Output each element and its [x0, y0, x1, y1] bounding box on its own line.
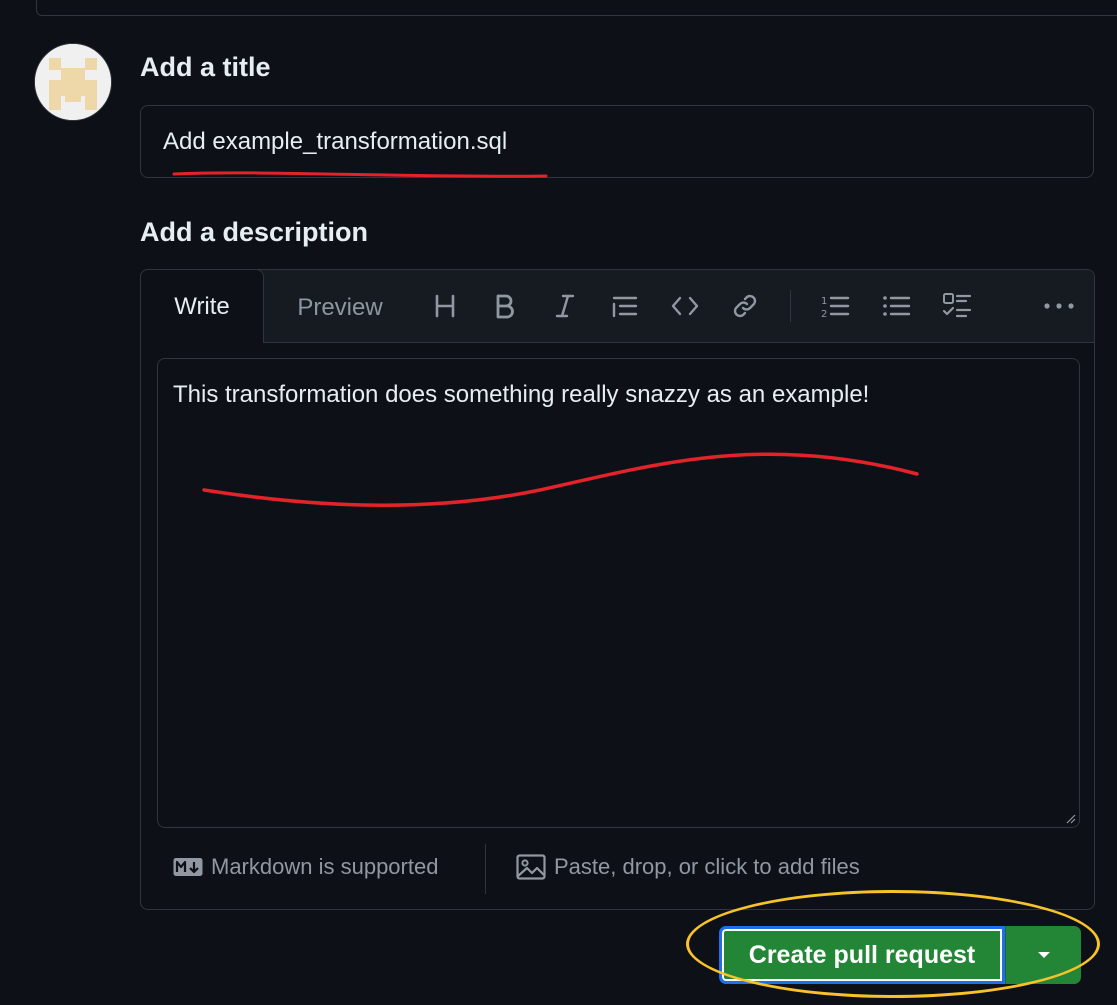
task-list-button[interactable] — [937, 288, 977, 324]
description-editor: Write Preview 1 2 This transformation do… — [140, 269, 1095, 910]
tab-preview[interactable]: Preview — [265, 270, 415, 342]
title-heading: Add a title — [140, 52, 271, 82]
image-icon — [516, 854, 546, 880]
heading-icon — [435, 294, 455, 318]
description-textarea[interactable]: This transformation does something reall… — [157, 358, 1080, 828]
attach-files-button[interactable]: Paste, drop, or click to add files — [516, 854, 860, 880]
bold-button[interactable] — [485, 288, 525, 324]
description-heading: Add a description — [140, 217, 369, 247]
create-pull-request-button[interactable]: Create pull request — [719, 926, 1005, 984]
italic-button[interactable] — [545, 288, 585, 324]
description-text[interactable]: This transformation does something reall… — [173, 381, 869, 409]
link-button[interactable] — [725, 288, 765, 324]
bold-icon — [496, 294, 514, 319]
heading-button[interactable] — [425, 288, 465, 324]
markdown-note: Markdown is supported — [211, 854, 439, 879]
quote-button[interactable] — [605, 288, 645, 324]
create-pr-options-dropdown[interactable] — [1005, 926, 1081, 984]
previous-panel — [36, 0, 1117, 16]
user-avatar[interactable] — [34, 43, 112, 121]
numbered-list-icon: 1 2 — [821, 296, 850, 319]
markdown-help-link[interactable]: Markdown is supported — [173, 854, 438, 880]
editor-toolbar: Write Preview 1 2 — [140, 269, 1094, 343]
identicon — [35, 44, 111, 120]
code-button[interactable] — [665, 288, 705, 324]
caret-down-icon — [1037, 952, 1050, 958]
footer-divider — [485, 844, 486, 894]
svg-text:2: 2 — [821, 309, 827, 319]
svg-text:1: 1 — [821, 296, 827, 307]
link-icon — [733, 294, 757, 318]
more-options-button[interactable] — [1039, 288, 1079, 324]
task-list-icon — [942, 293, 972, 318]
resize-handle-icon[interactable] — [1064, 812, 1076, 824]
numbered-list-button[interactable]: 1 2 — [815, 288, 855, 324]
italic-icon — [555, 294, 575, 318]
quote-icon — [612, 296, 638, 318]
unordered-list-icon — [883, 296, 911, 316]
code-icon — [671, 296, 699, 316]
more-options-icon — [1044, 303, 1074, 309]
title-field-container — [140, 105, 1094, 178]
toolbar-divider — [790, 290, 791, 322]
attach-note: Paste, drop, or click to add files — [554, 854, 860, 879]
tab-write[interactable]: Write — [140, 269, 264, 343]
markdown-icon — [173, 858, 203, 876]
unordered-list-button[interactable] — [876, 288, 916, 324]
title-input[interactable] — [163, 124, 1063, 160]
